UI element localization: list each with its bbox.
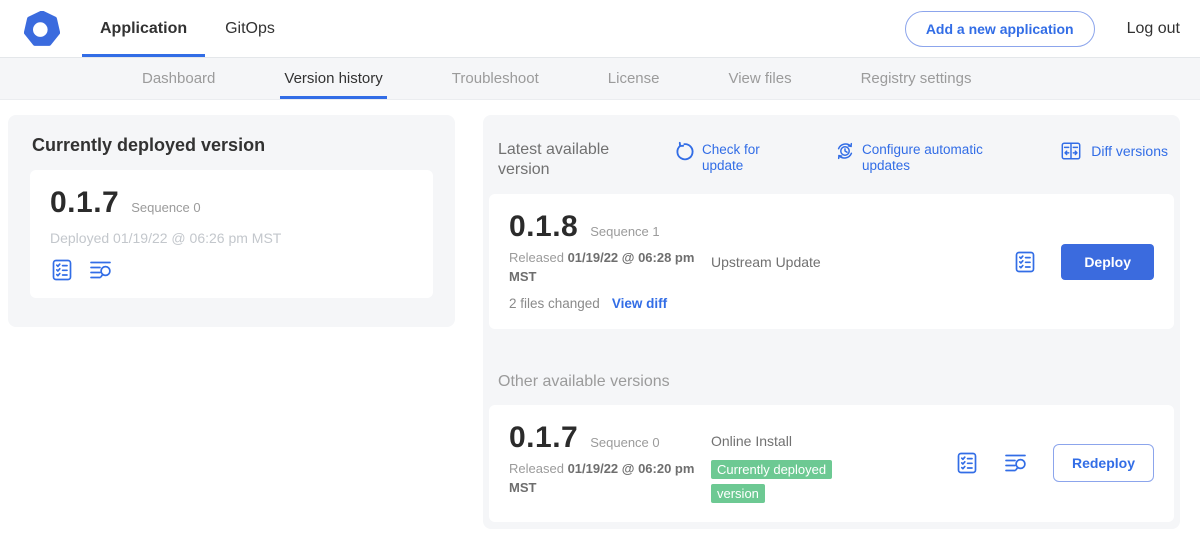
main-content: Currently deployed version 0.1.7 Sequenc… bbox=[0, 100, 1200, 536]
tab-version-history-label: Version history bbox=[284, 70, 382, 87]
add-application-button[interactable]: Add a new application bbox=[905, 11, 1095, 47]
other-view-logs-button[interactable] bbox=[1003, 451, 1029, 475]
auto-update-clock-icon bbox=[834, 140, 856, 162]
tab-dashboard-label: Dashboard bbox=[142, 70, 215, 87]
latest-sequence-label: Sequence 1 bbox=[590, 224, 659, 239]
configure-automatic-updates-label: Configure automatic updates bbox=[862, 142, 1002, 174]
tab-view-files[interactable]: View files bbox=[728, 58, 791, 99]
latest-available-title: Latest available version bbox=[498, 140, 658, 180]
other-version-card: 0.1.7 Sequence 0 Released 01/19/22 @ 06:… bbox=[489, 405, 1174, 522]
tab-license[interactable]: License bbox=[608, 58, 660, 99]
latest-preflight-checks-button[interactable] bbox=[1013, 250, 1037, 274]
view-diff-link[interactable]: View diff bbox=[612, 296, 667, 311]
deployed-sequence-label: Sequence 0 bbox=[131, 200, 200, 215]
diff-versions-label: Diff versions bbox=[1091, 143, 1168, 160]
checklist-icon bbox=[50, 258, 74, 282]
checklist-icon bbox=[955, 451, 979, 475]
logs-magnifier-icon bbox=[1003, 451, 1029, 475]
diff-versions-button[interactable]: Diff versions bbox=[1059, 140, 1168, 162]
deployed-version-card: 0.1.7 Sequence 0 Deployed 01/19/22 @ 06:… bbox=[30, 170, 433, 298]
app-subnav: Dashboard Version history Troubleshoot L… bbox=[0, 57, 1200, 100]
tab-view-files-label: View files bbox=[728, 70, 791, 87]
nav-tab-application-label: Application bbox=[100, 20, 187, 38]
checklist-icon bbox=[1013, 250, 1037, 274]
diff-icon bbox=[1059, 140, 1083, 162]
nav-tab-gitops-label: GitOps bbox=[225, 20, 275, 38]
preflight-checks-button[interactable] bbox=[50, 258, 74, 282]
tab-registry-settings[interactable]: Registry settings bbox=[861, 58, 972, 99]
tab-license-label: License bbox=[608, 70, 660, 87]
other-versions-title: Other available versions bbox=[489, 373, 1174, 391]
files-changed-text: 2 files changed bbox=[509, 296, 600, 311]
tab-troubleshoot[interactable]: Troubleshoot bbox=[452, 58, 539, 99]
currently-deployed-badge: Currently deployed version bbox=[711, 460, 832, 503]
tab-registry-settings-label: Registry settings bbox=[861, 70, 972, 87]
tab-troubleshoot-label: Troubleshoot bbox=[452, 70, 539, 87]
currently-deployed-panel: Currently deployed version 0.1.7 Sequenc… bbox=[8, 115, 455, 327]
deploy-button[interactable]: Deploy bbox=[1061, 244, 1154, 280]
other-sequence-label: Sequence 0 bbox=[590, 435, 659, 450]
top-nav: Application GitOps Add a new application… bbox=[0, 0, 1200, 57]
configure-automatic-updates-button[interactable]: Configure automatic updates bbox=[834, 140, 1002, 174]
currently-deployed-title: Currently deployed version bbox=[30, 135, 433, 156]
deployed-version-number: 0.1.7 bbox=[50, 186, 119, 220]
latest-version-number: 0.1.8 bbox=[509, 210, 578, 244]
redeploy-button[interactable]: Redeploy bbox=[1053, 444, 1154, 482]
logs-magnifier-icon bbox=[88, 258, 114, 282]
tab-dashboard[interactable]: Dashboard bbox=[142, 58, 215, 99]
latest-version-source: Upstream Update bbox=[711, 254, 821, 270]
latest-released-timestamp: Released 01/19/22 @ 06:28 pm MST bbox=[509, 249, 714, 287]
other-preflight-checks-button[interactable] bbox=[955, 451, 979, 475]
view-deploy-logs-button[interactable] bbox=[88, 258, 114, 282]
tab-version-history[interactable]: Version history bbox=[284, 58, 382, 99]
other-version-number: 0.1.7 bbox=[509, 421, 578, 455]
other-version-source: Online Install bbox=[711, 433, 879, 449]
deployed-timestamp: Deployed 01/19/22 @ 06:26 pm MST bbox=[50, 230, 413, 246]
nav-tab-gitops[interactable]: GitOps bbox=[225, 0, 275, 57]
other-released-timestamp: Released 01/19/22 @ 06:20 pm MST bbox=[509, 460, 714, 498]
latest-version-card: 0.1.8 Sequence 1 Released 01/19/22 @ 06:… bbox=[489, 194, 1174, 329]
logout-link[interactable]: Log out bbox=[1127, 20, 1180, 38]
nav-tab-application[interactable]: Application bbox=[100, 0, 187, 57]
check-for-update-label: Check for update bbox=[702, 142, 774, 174]
refresh-icon bbox=[674, 140, 696, 162]
check-for-update-button[interactable]: Check for update bbox=[674, 140, 774, 174]
app-logo-icon bbox=[24, 11, 60, 47]
available-versions-panel: Latest available version Check for updat… bbox=[483, 115, 1180, 529]
